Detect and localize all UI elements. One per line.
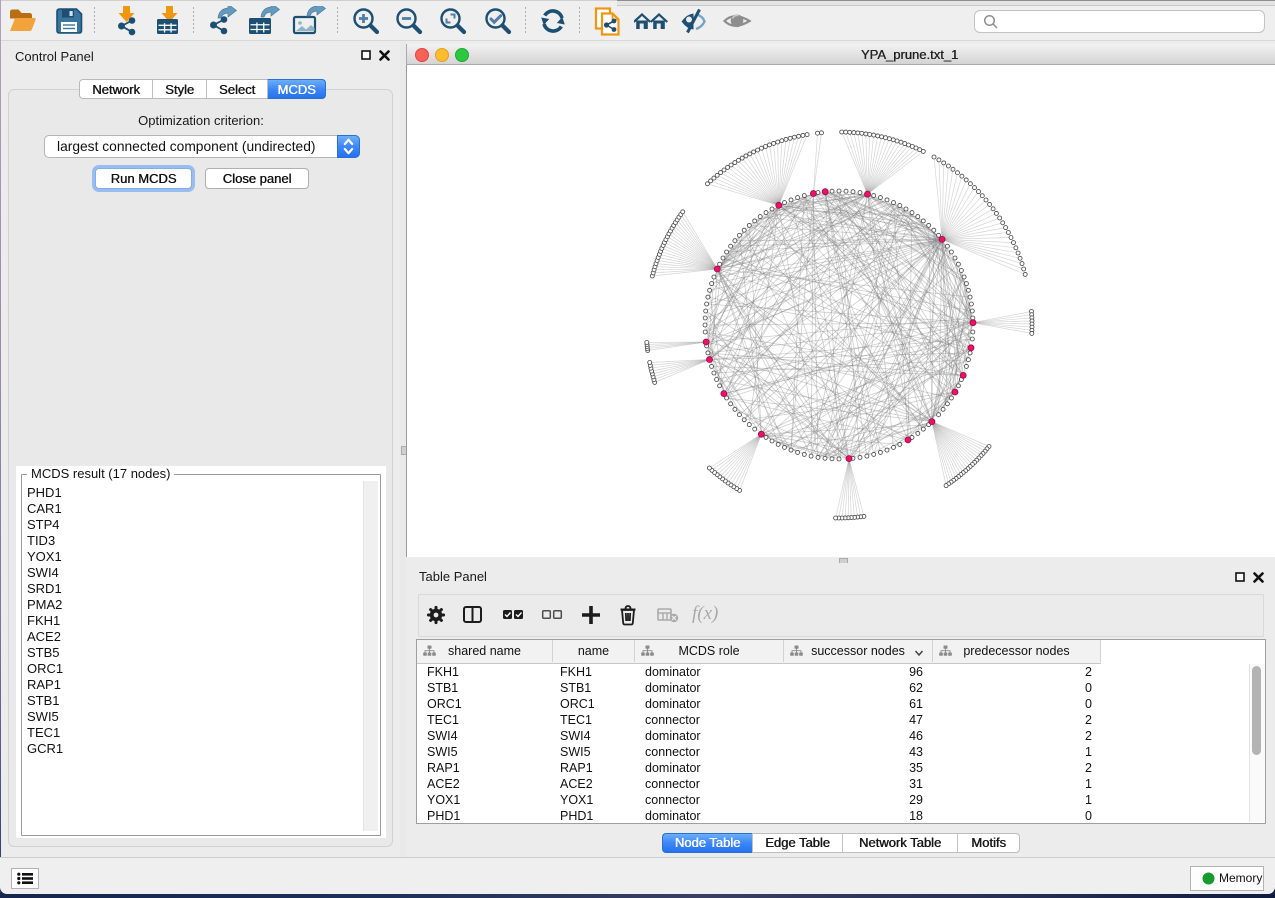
svg-text:f(x): f(x) [692, 603, 718, 624]
